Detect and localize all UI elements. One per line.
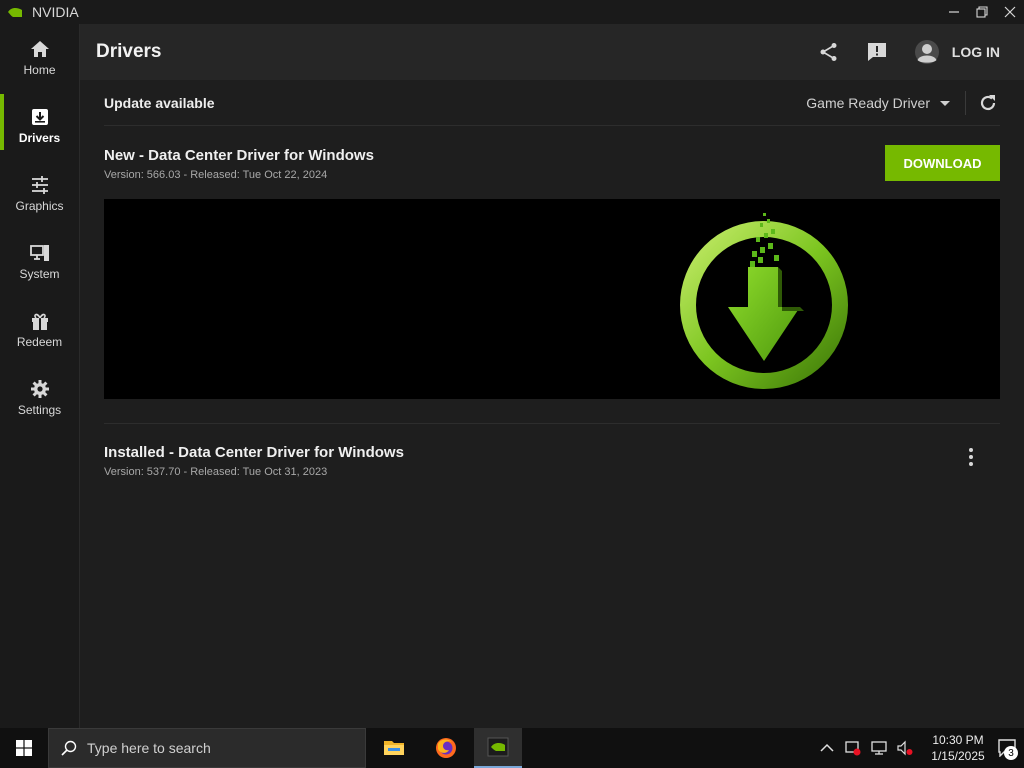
tray-security-button[interactable] (842, 737, 864, 759)
sidebar-item-home[interactable]: Home (0, 24, 79, 92)
tray-network-button[interactable] (868, 737, 890, 759)
feedback-button[interactable] (866, 41, 888, 63)
share-icon (820, 43, 837, 61)
close-icon (1004, 6, 1016, 18)
gift-icon (31, 313, 48, 330)
restore-icon (976, 6, 988, 18)
window-title: NVIDIA (32, 4, 79, 20)
firefox-icon (436, 738, 456, 758)
taskbar-search[interactable]: Type here to search (48, 728, 366, 768)
taskbar-clock[interactable]: 10:30 PM 1/15/2025 (926, 732, 990, 764)
notification-center-button[interactable]: 3 (990, 728, 1024, 768)
header-actions: LOG IN (792, 24, 1000, 80)
sidebar: Home Drivers Graphics System Redeem Sett… (0, 24, 80, 728)
installed-driver-title: Installed - Data Center Driver for Windo… (104, 444, 404, 461)
system-tray: 10:30 PM 1/15/2025 3 (816, 728, 1024, 768)
page-title: Drivers (96, 41, 162, 62)
download-box-icon (31, 109, 48, 125)
driver-type-value: Game Ready Driver (806, 94, 930, 111)
taskbar: Type here to search 10:30 PM 1/15/2025 3 (0, 728, 1024, 768)
drivers-panel: Update available Game Ready Driver New -… (80, 80, 1024, 728)
windows-logo-icon (16, 740, 32, 756)
new-driver-version: Version: 566.03 - Released: Tue Oct 22, … (104, 169, 328, 181)
new-driver-title: New - Data Center Driver for Windows (104, 147, 374, 164)
download-button[interactable]: DOWNLOAD (885, 145, 1000, 181)
minimize-icon (949, 11, 959, 13)
driver-type-select[interactable]: Game Ready Driver (806, 95, 950, 111)
refresh-icon[interactable] (978, 93, 998, 113)
download-arrow-graphic-icon (680, 213, 848, 389)
sidebar-item-system[interactable]: System (0, 228, 79, 296)
chevron-up-icon (820, 743, 834, 752)
feedback-icon (867, 43, 886, 61)
share-button[interactable] (818, 41, 840, 63)
security-alert-icon (845, 741, 861, 756)
close-button[interactable] (996, 0, 1024, 24)
notification-badge: 3 (1004, 746, 1018, 760)
sidebar-item-graphics[interactable]: Graphics (0, 160, 79, 228)
dropdown-arrow-icon (940, 100, 950, 106)
sidebar-item-drivers[interactable]: Drivers (0, 92, 79, 160)
restore-button[interactable] (968, 0, 996, 24)
show-hidden-icons-button[interactable] (816, 737, 838, 759)
title-bar: NVIDIA (0, 0, 1024, 24)
sliders-icon (31, 176, 48, 194)
sidebar-item-label: Redeem (16, 335, 63, 349)
nvidia-logo-icon (8, 7, 22, 17)
update-row: Update available Game Ready Driver (104, 80, 1000, 126)
installed-driver-version: Version: 537.70 - Released: Tue Oct 31, … (104, 466, 328, 478)
start-button[interactable] (0, 728, 48, 768)
clock-date: 1/15/2025 (931, 749, 985, 763)
avatar[interactable] (914, 39, 940, 65)
divider (965, 91, 966, 115)
sidebar-item-label: System (19, 267, 60, 281)
folder-icon (384, 741, 404, 755)
clock-time: 10:30 PM (932, 733, 984, 747)
tray-volume-button[interactable] (894, 737, 916, 759)
sidebar-item-redeem[interactable]: Redeem (0, 296, 79, 364)
sidebar-item-label: Drivers (18, 131, 61, 145)
login-button[interactable]: LOG IN (952, 44, 1000, 60)
search-icon (61, 740, 77, 756)
divider (104, 423, 1000, 424)
driver-banner (104, 199, 1000, 399)
nvidia-app-icon (487, 737, 509, 757)
update-available-label: Update available (104, 94, 215, 111)
search-placeholder: Type here to search (87, 740, 211, 756)
volume-muted-icon (897, 740, 913, 756)
firefox-button[interactable] (422, 728, 470, 768)
monitor-tower-icon (29, 245, 49, 261)
nvidia-app-button[interactable] (474, 728, 522, 768)
gear-icon (30, 380, 49, 398)
network-icon (871, 741, 887, 755)
sidebar-item-label: Home (23, 63, 56, 77)
more-options-icon[interactable] (960, 446, 982, 468)
sidebar-item-label: Graphics (15, 199, 64, 213)
minimize-button[interactable] (940, 0, 968, 24)
sidebar-item-label: Settings (17, 403, 62, 417)
sidebar-item-settings[interactable]: Settings (0, 364, 79, 432)
home-icon (30, 41, 49, 57)
file-explorer-button[interactable] (370, 728, 418, 768)
window-controls (940, 0, 1024, 24)
page-header: Drivers LOG IN (80, 24, 1024, 80)
